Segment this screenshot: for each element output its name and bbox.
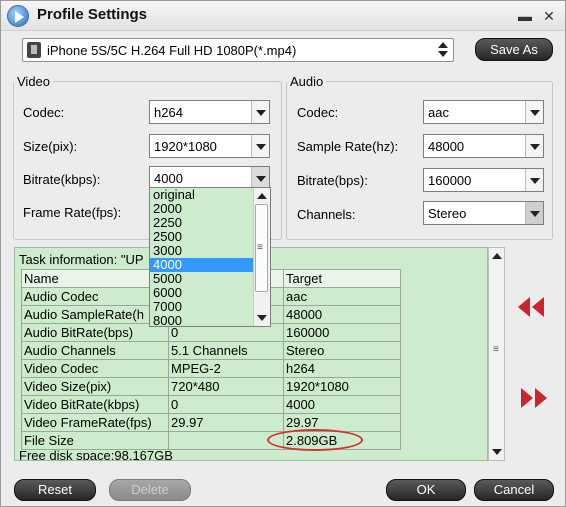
previous-arrow-icon[interactable] (516, 296, 548, 318)
audio-bitrate-label: Bitrate(bps): (297, 173, 368, 188)
column-header: Name (21, 269, 169, 288)
audio-samplerate-select[interactable]: 48000 (423, 134, 544, 158)
delete-button[interactable]: Delete (109, 479, 191, 501)
cell-name: Video Codec (21, 359, 169, 378)
video-codec-label: Codec: (23, 105, 65, 120)
scroll-up-icon[interactable] (492, 253, 502, 259)
cell-name: Audio BitRate(bps) (21, 323, 169, 342)
audio-channels-select[interactable]: Stereo (423, 201, 544, 225)
cell-name: Video BitRate(kbps) (21, 395, 169, 414)
cell-name: File Size (21, 431, 169, 450)
audio-codec-value: aac (428, 105, 449, 120)
bitrate-dropdown-list[interactable]: original 2000 2250 2500 3000 4000 5000 6… (149, 187, 271, 327)
task-info-scrollbar[interactable]: ≡ (488, 247, 505, 461)
file-size-highlight-oval (267, 429, 363, 451)
cell-name: Video Size(pix) (21, 377, 169, 396)
chevron-down-icon[interactable] (251, 135, 269, 157)
scroll-down-icon[interactable] (492, 449, 502, 455)
cell-name: Video FrameRate(fps) (21, 413, 169, 432)
profile-select-value: iPhone 5S/5C H.264 Full HD 1080P(*.mp4) (47, 43, 297, 58)
dropdown-option[interactable]: 5000 (150, 272, 254, 286)
save-as-button[interactable]: Save As (475, 38, 553, 61)
video-group-label: Video (17, 74, 51, 89)
video-framerate-label: Frame Rate(fps): (23, 205, 122, 220)
dropdown-option[interactable]: 7000 (150, 300, 254, 314)
audio-bitrate-value: 160000 (428, 173, 472, 188)
minimize-icon[interactable]: ▬ (515, 6, 535, 26)
audio-channels-label: Channels: (297, 207, 356, 222)
updown-arrows-icon[interactable] (437, 41, 449, 59)
chevron-down-icon[interactable] (525, 169, 543, 191)
ok-button[interactable]: OK (386, 479, 466, 501)
profile-select[interactable]: iPhone 5S/5C H.264 Full HD 1080P(*.mp4) (22, 38, 454, 62)
cell-target: 1920*1080 (283, 377, 401, 396)
audio-group-label: Audio (290, 74, 324, 89)
chevron-down-icon[interactable] (525, 202, 543, 224)
cell-source: MPEG-2 (168, 359, 284, 378)
cell-target: 160000 (283, 323, 401, 342)
cell-source: 5.1 Channels (168, 341, 284, 360)
audio-channels-value: Stereo (428, 206, 467, 221)
next-arrow-icon[interactable] (519, 387, 551, 409)
cell-target: Stereo (283, 341, 401, 360)
audio-bitrate-select[interactable]: 160000 (423, 168, 544, 192)
dropdown-option[interactable]: 8000 (150, 314, 254, 327)
video-size-value: 1920*1080 (154, 139, 217, 154)
reset-button[interactable]: Reset (14, 479, 96, 501)
cell-target: h264 (283, 359, 401, 378)
table-row: Video BitRate(kbps) 0 4000 (21, 395, 401, 414)
task-info-heading: Task information: "UP (19, 252, 144, 267)
cell-source: 29.97 (168, 413, 284, 432)
window-title: Profile Settings (37, 6, 148, 23)
table-row: Video FrameRate(fps) 29.97 29.97 (21, 413, 401, 432)
cancel-button[interactable]: Cancel (474, 479, 554, 501)
cell-source: 0 (168, 395, 284, 414)
dropdown-option[interactable]: 3000 (150, 244, 254, 258)
dropdown-option[interactable]: 2250 (150, 216, 254, 230)
video-size-select[interactable]: 1920*1080 (149, 134, 270, 158)
audio-codec-select[interactable]: aac (423, 100, 544, 124)
phone-device-icon (27, 42, 41, 58)
table-row: Video Size(pix) 720*480 1920*1080 (21, 377, 401, 396)
scroll-grip-icon: ≡ (257, 242, 263, 253)
video-codec-value: h264 (154, 105, 183, 120)
dropdown-option-selected[interactable]: 4000 (150, 258, 254, 272)
dropdown-option[interactable]: 2000 (150, 202, 254, 216)
cell-target: aac (283, 287, 401, 306)
column-header: Target (283, 269, 401, 288)
chevron-down-icon[interactable] (525, 101, 543, 123)
cell-name: Audio Channels (21, 341, 169, 360)
cell-source: 720*480 (168, 377, 284, 396)
dropdown-option[interactable]: 6000 (150, 286, 254, 300)
video-codec-select[interactable]: h264 (149, 100, 270, 124)
cell-name: Audio SampleRate(h (21, 305, 169, 324)
dropdown-scrollbar[interactable]: ≡ (253, 188, 270, 326)
chevron-down-icon[interactable] (251, 101, 269, 123)
close-icon[interactable]: ✕ (539, 6, 559, 26)
cell-name: Audio Codec (21, 287, 169, 306)
title-bar: Profile Settings ▬ ✕ (1, 1, 565, 31)
audio-samplerate-label: Sample Rate(hz): (297, 139, 399, 154)
dropdown-option[interactable]: 2500 (150, 230, 254, 244)
profile-settings-window: Profile Settings ▬ ✕ iPhone 5S/5C H.264 … (0, 0, 566, 507)
video-bitrate-value: 4000 (154, 171, 183, 186)
dropdown-option[interactable]: original (150, 188, 254, 202)
scroll-grip-icon[interactable]: ≡ (493, 345, 499, 355)
app-logo-icon (7, 5, 29, 27)
video-size-label: Size(pix): (23, 139, 78, 154)
audio-samplerate-value: 48000 (428, 139, 465, 154)
scroll-up-icon[interactable] (257, 193, 267, 199)
cell-target: 4000 (283, 395, 401, 414)
cell-target: 48000 (283, 305, 401, 324)
scroll-down-icon[interactable] (257, 315, 267, 321)
chevron-down-icon[interactable] (525, 135, 543, 157)
audio-codec-label: Codec: (297, 105, 339, 120)
video-bitrate-label: Bitrate(kbps): (23, 172, 101, 187)
table-row: Video Codec MPEG-2 h264 (21, 359, 401, 378)
table-row: Audio Channels 5.1 Channels Stereo (21, 341, 401, 360)
free-disk-space: Free disk space:98.167GB (19, 448, 173, 461)
chevron-down-icon[interactable] (251, 167, 269, 189)
